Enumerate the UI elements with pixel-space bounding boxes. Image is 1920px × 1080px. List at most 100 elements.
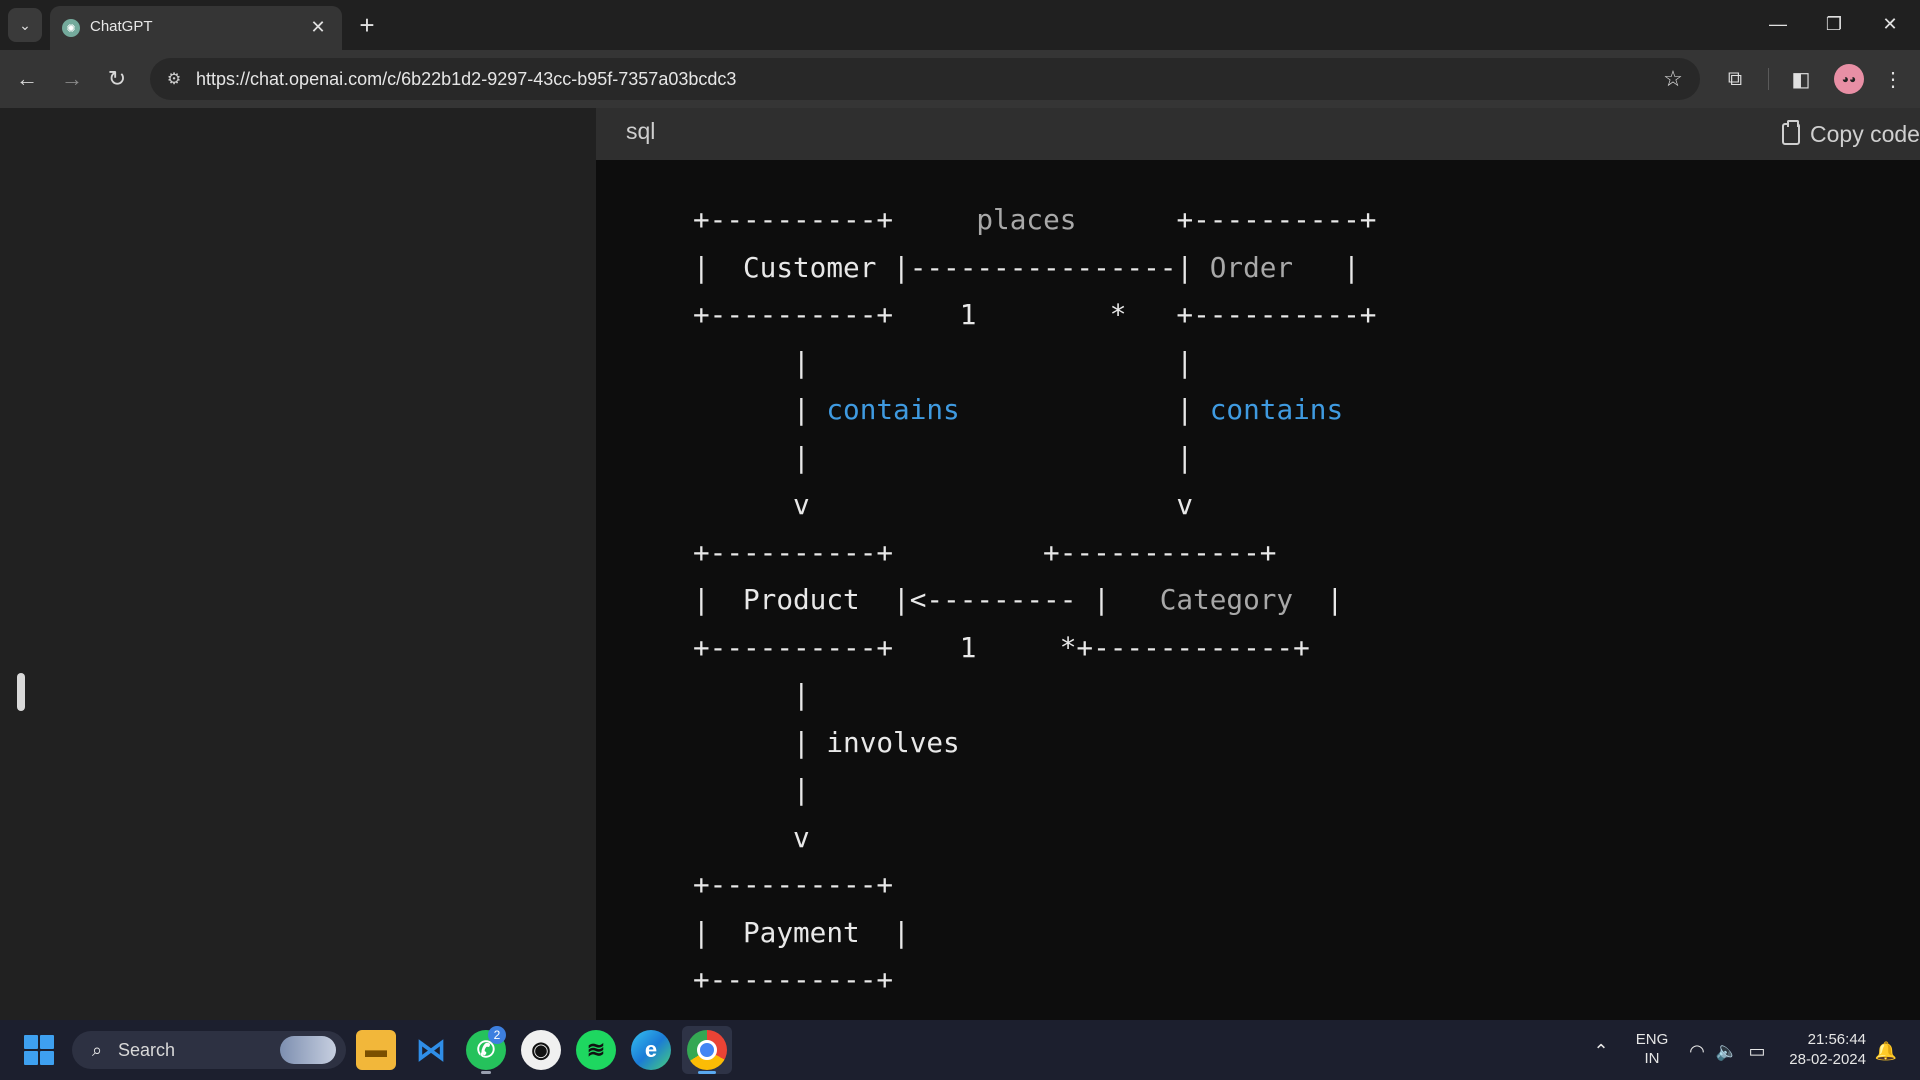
copy-code-label: Copy code xyxy=(1810,120,1920,147)
language-code: ENG xyxy=(1635,1031,1669,1048)
clock-time: 21:56:44 xyxy=(1807,1031,1866,1048)
code-text: | xyxy=(693,678,810,711)
forward-arrow-icon[interactable]: → xyxy=(55,62,89,96)
code-text: v xyxy=(693,820,810,854)
search-icon: ⌕ xyxy=(91,1039,103,1060)
wifi-icon[interactable]: ◠ xyxy=(1684,1038,1710,1064)
code-text: | xyxy=(1293,583,1344,616)
code-line: | Payment | xyxy=(693,909,1376,957)
code-keyword: contains xyxy=(1209,393,1344,426)
code-line: +----------+ 1 * +----------+ xyxy=(693,291,1376,339)
close-tab-icon[interactable]: ✕ xyxy=(306,15,330,39)
code-keyword: contains xyxy=(826,393,960,426)
code-text: +----------+ +------------+ xyxy=(693,535,1277,569)
code-text: +----------+ xyxy=(693,203,977,236)
code-text: +----------+ 1 * +----------+ xyxy=(693,298,1377,331)
code-text: | Customer |----------------| xyxy=(693,250,1210,284)
toolbar-divider xyxy=(1768,68,1769,90)
star-icon[interactable]: ☆ xyxy=(1658,64,1688,94)
minimize-button[interactable]: — xyxy=(1758,8,1798,40)
github-icon[interactable]: ◉ xyxy=(521,1030,561,1070)
site-info-icon[interactable]: ⚙ xyxy=(160,65,188,93)
new-tab-button[interactable]: + xyxy=(352,10,382,40)
code-text: | | xyxy=(693,440,1194,474)
whatsapp-running-indicator xyxy=(481,1071,491,1074)
browser-toolbar: ← → ↻ ⚙ https://chat.openai.com/c/6b22b1… xyxy=(0,50,1920,108)
vscode-icon[interactable]: ⋈ xyxy=(411,1030,451,1070)
code-text: | involves xyxy=(693,725,960,759)
code-block-header: sql Copy code xyxy=(596,108,1920,160)
code-line: | involves xyxy=(693,719,1376,767)
code-line: | | xyxy=(693,339,1376,387)
code-text: | Payment | xyxy=(693,915,910,949)
code-line: | xyxy=(693,671,1376,719)
code-line: | contains | contains xyxy=(693,386,1376,434)
code-line: v v xyxy=(693,481,1376,529)
clipboard-icon xyxy=(1782,120,1800,145)
clock-date: 28-02-2024 xyxy=(1789,1051,1866,1068)
restore-button[interactable]: ❐ xyxy=(1814,8,1854,40)
code-entity-label: Category xyxy=(1159,583,1294,616)
tab-title: ChatGPT xyxy=(90,18,153,35)
code-line: | Product |<--------- | Category | xyxy=(693,576,1376,624)
code-line: +----------+ xyxy=(693,861,1376,909)
code-line: +----------+ places +----------+ xyxy=(693,196,1376,244)
windows-logo-icon[interactable] xyxy=(24,1035,54,1065)
taskbar-search[interactable]: ⌕ Search xyxy=(72,1031,346,1069)
copy-code-button[interactable]: Copy code xyxy=(1782,116,1920,152)
tab-chatgpt[interactable]: ✺ ChatGPT ✕ xyxy=(50,6,342,50)
whatsapp-badge: 2 xyxy=(488,1026,506,1044)
code-language-label: sql xyxy=(626,118,656,144)
code-block: sql Copy code +----------+ places +-----… xyxy=(596,108,1920,1020)
code-text: | Product |<--------- | xyxy=(693,583,1160,616)
chatgpt-logo-icon: ✺ xyxy=(62,19,80,37)
code-text: +----------+ xyxy=(693,963,894,996)
url-text[interactable]: https://chat.openai.com/c/6b22b1d2-9297-… xyxy=(196,69,736,90)
code-text: | xyxy=(693,773,810,806)
profile-avatar[interactable]: ◕◕ xyxy=(1834,64,1864,94)
kebab-menu-icon[interactable]: ⋮ xyxy=(1876,62,1910,96)
chevron-up-icon[interactable]: ⌃ xyxy=(1588,1038,1614,1064)
code-line: | xyxy=(693,766,1376,814)
code-line: +----------+ +------------+ xyxy=(693,529,1376,577)
close-window-button[interactable]: ✕ xyxy=(1870,8,1910,40)
code-text: | xyxy=(959,393,1210,426)
code-text: | | xyxy=(693,345,1194,379)
sidebar-toggle-handle[interactable] xyxy=(17,673,25,711)
code-text: | xyxy=(693,393,827,426)
code-text: +----------+ xyxy=(1076,203,1377,236)
chat-sidebar xyxy=(0,108,596,1020)
code-line: +----------+ xyxy=(693,956,1376,1004)
tab-strip: ⌄ ✺ ChatGPT ✕ + — ❐ ✕ xyxy=(0,0,1920,50)
code-text: +----------+ 1 *+------------+ xyxy=(693,630,1310,664)
file-explorer-icon[interactable]: ▬ xyxy=(356,1030,396,1070)
windows-taskbar: ⌕ Search ▬ ⋈ ✆ 2 ◉ ≋ e ⌃ ENG IN ◠ 🔈 ▭ 21… xyxy=(0,1020,1920,1080)
back-arrow-icon[interactable]: ← xyxy=(10,62,44,96)
clock[interactable]: 21:56:44 28-02-2024 xyxy=(1776,1030,1866,1070)
code-line: +----------+ 1 *+------------+ xyxy=(693,624,1376,672)
chrome-icon xyxy=(687,1030,727,1070)
code-content: +----------+ places +----------+ | Custom… xyxy=(693,196,1376,1004)
bell-icon[interactable]: 🔔 xyxy=(1874,1038,1898,1064)
volume-muted-icon[interactable]: 🔈 xyxy=(1714,1038,1740,1064)
code-entity-label: places xyxy=(976,203,1077,236)
code-text: v v xyxy=(693,488,1194,521)
chevron-down-icon[interactable]: ⌄ xyxy=(8,8,42,42)
code-text: +----------+ xyxy=(693,868,894,901)
code-line: | | xyxy=(693,434,1376,482)
code-line: | Customer |----------------| Order | xyxy=(693,244,1376,292)
side-panel-icon[interactable]: ◧ xyxy=(1784,62,1818,96)
puzzle-icon[interactable]: ⧉ xyxy=(1718,62,1752,96)
address-bar[interactable]: ⚙ https://chat.openai.com/c/6b22b1d2-929… xyxy=(150,58,1700,100)
search-highlight-image xyxy=(280,1036,336,1064)
spotify-icon[interactable]: ≋ xyxy=(576,1030,616,1070)
code-text: | xyxy=(1293,250,1360,284)
edge-icon[interactable]: e xyxy=(631,1030,671,1070)
battery-icon[interactable]: ▭ xyxy=(1744,1038,1770,1064)
code-line: v xyxy=(693,814,1376,862)
reload-icon[interactable]: ↻ xyxy=(100,62,134,96)
search-label: Search xyxy=(118,1040,176,1060)
language-region: IN xyxy=(1644,1050,1660,1067)
language-indicator[interactable]: ENG IN xyxy=(1630,1030,1674,1068)
code-entity-label: Order xyxy=(1209,250,1294,284)
